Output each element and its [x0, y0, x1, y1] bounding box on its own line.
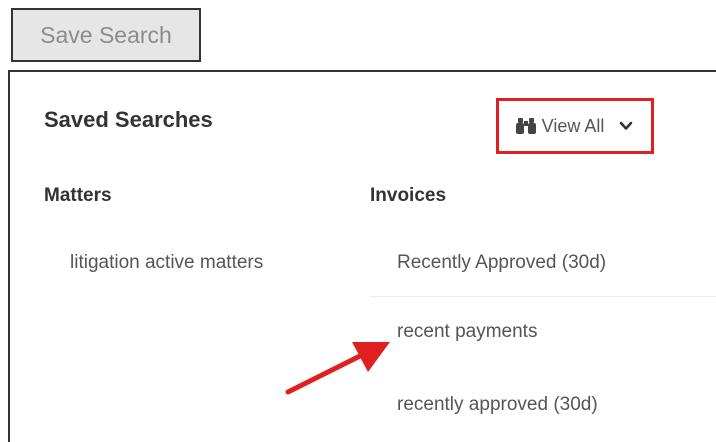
- saved-search-invoice-item[interactable]: recently approved (30d): [397, 394, 598, 416]
- binoculars-icon: [515, 118, 536, 134]
- saved-search-matter-item[interactable]: litigation active matters: [70, 252, 263, 274]
- view-all-dropdown[interactable]: View All: [496, 98, 654, 154]
- annotation-arrow-icon: [285, 342, 390, 395]
- saved-search-invoice-item[interactable]: Recently Approved (30d): [397, 252, 606, 274]
- save-search-button[interactable]: Save Search: [11, 8, 201, 62]
- view-all-label: View All: [541, 115, 605, 136]
- matters-column-header: Matters: [44, 185, 112, 206]
- invoices-column-header: Invoices: [370, 185, 447, 206]
- page: Save Search Saved Searches View All Matt…: [0, 0, 716, 442]
- row-divider: [370, 296, 716, 297]
- panel-title: Saved Searches: [44, 107, 213, 132]
- chevron-down-icon: [620, 121, 633, 130]
- saved-search-invoice-item[interactable]: recent payments: [397, 321, 537, 343]
